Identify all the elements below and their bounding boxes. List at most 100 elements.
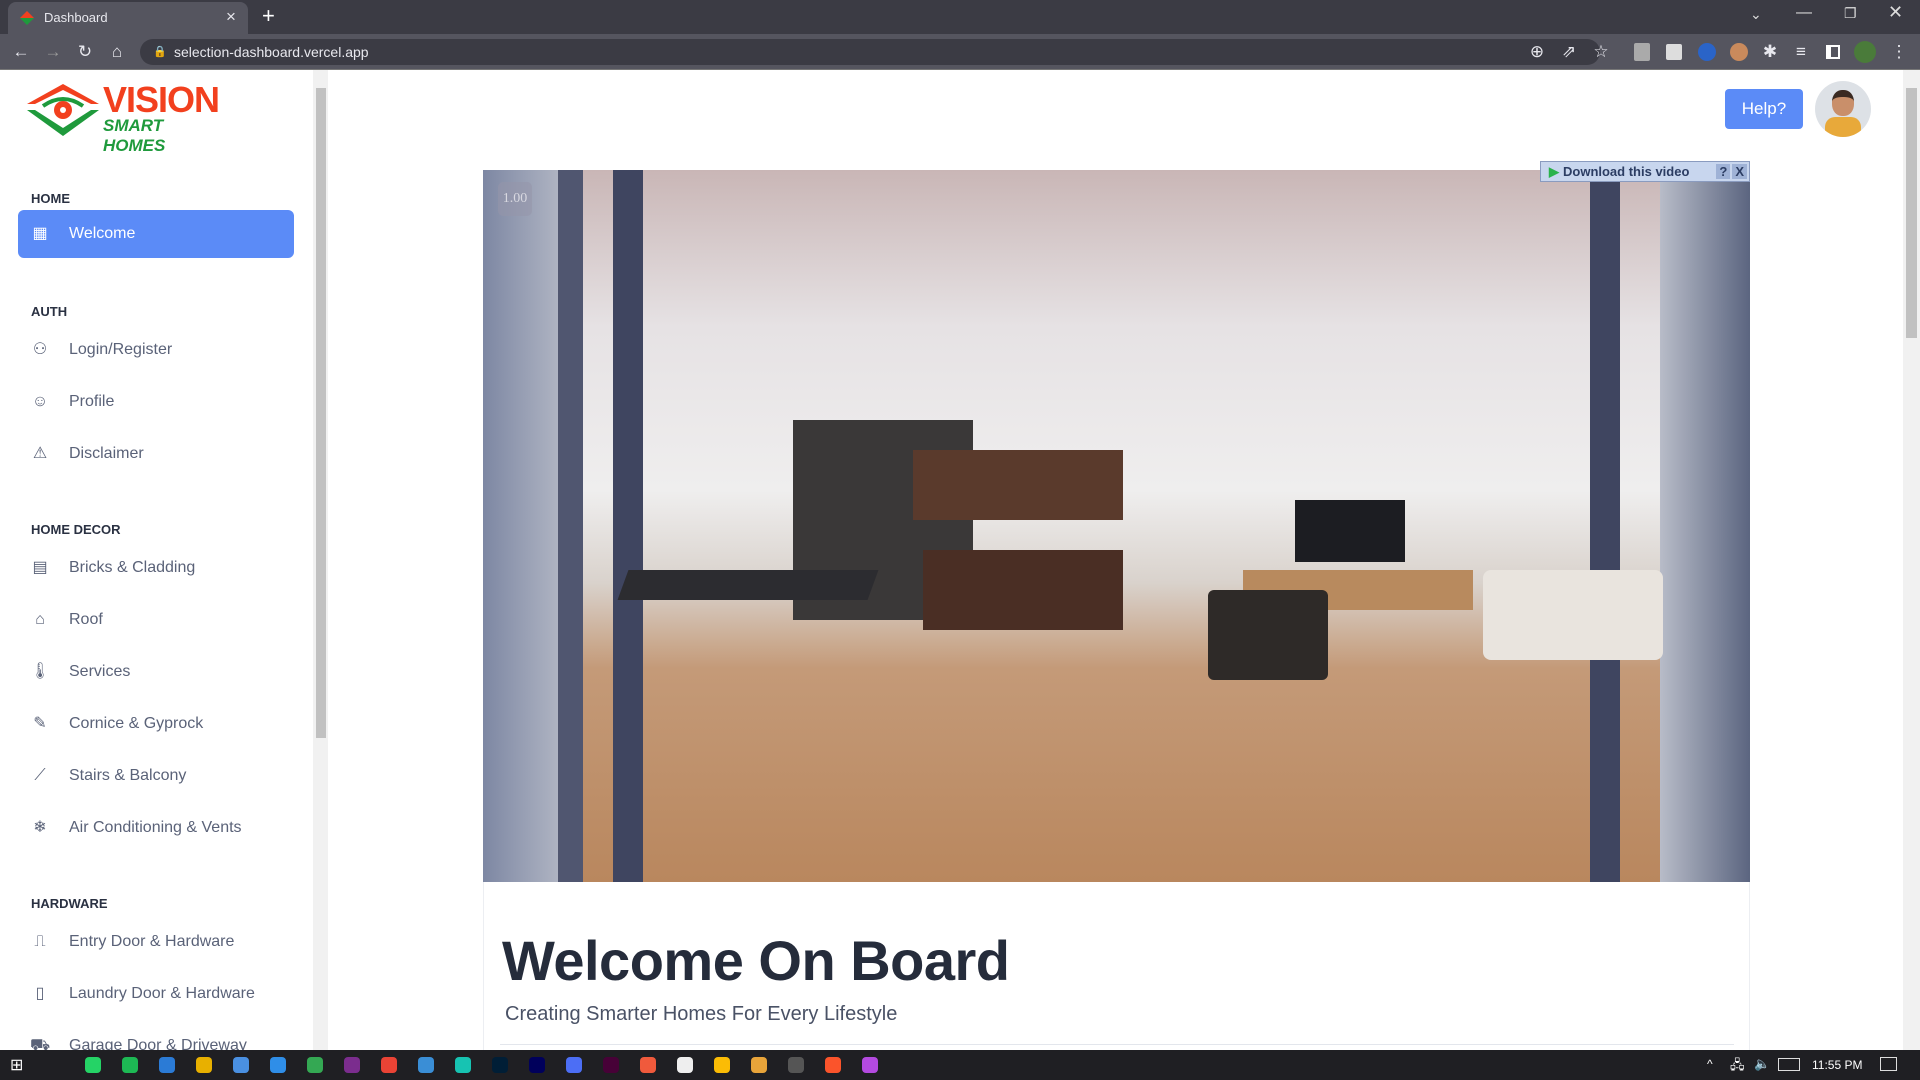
taskbar-app-icon[interactable] (307, 1057, 323, 1073)
sidebar-item[interactable]: ⟋ Stairs & Balcony (18, 752, 294, 800)
logo-brand: VISION (103, 79, 220, 120)
sidebar-item-label: Air Conditioning & Vents (69, 819, 242, 836)
taskbar-app-icon[interactable] (825, 1057, 841, 1073)
url-bar[interactable]: 🔒 selection-dashboard.vercel.app (140, 39, 1600, 65)
sidebar-item[interactable]: ⚇ Login/Register (18, 326, 294, 374)
page-scrollbar-thumb[interactable] (1906, 88, 1917, 338)
section-label: HOME (31, 191, 70, 206)
restore-icon[interactable]: ❐ (1844, 5, 1857, 22)
sidebar-item-label: Welcome (69, 225, 136, 242)
sidebar-item[interactable]: ▤ Bricks & Cladding (18, 544, 294, 592)
download-video-button[interactable]: Download this video (1563, 164, 1689, 179)
network-icon[interactable]: 🖧 (1730, 1056, 1745, 1078)
taskbar-app-icon[interactable] (529, 1057, 545, 1073)
smiley-icon: ☺ (31, 393, 49, 410)
logo-tagline: SMART HOMES (103, 116, 166, 155)
clock[interactable]: 11:55 PM (1812, 1058, 1862, 1072)
sidebar-item[interactable]: ❄ Air Conditioning & Vents (18, 804, 294, 852)
taskbar-app-icon[interactable] (344, 1057, 360, 1073)
intro-video[interactable]: 1.00 (483, 170, 1750, 882)
taskbar-app-icon[interactable] (603, 1057, 619, 1073)
lock-icon: 🔒 (153, 46, 167, 58)
extension-icon[interactable] (1666, 44, 1682, 60)
reload-icon[interactable]: ↻ (72, 34, 98, 70)
browser-tab-bar: Dashboard × + ⌄ — ❐ ✕ (0, 0, 1920, 34)
sidebar-item[interactable]: 🌡 Services (18, 648, 294, 696)
address-toolbar: ← → ↻ ⌂ 🔒 selection-dashboard.vercel.app… (0, 34, 1920, 70)
warning-icon: ⚠ (32, 445, 48, 462)
taskbar-app-icon[interactable] (270, 1057, 286, 1073)
close-tab-icon[interactable]: × (226, 7, 236, 27)
taskbar-app-icon[interactable] (788, 1057, 804, 1073)
tab-search-icon[interactable]: ⌄ (1750, 6, 1762, 23)
windows-start-icon[interactable]: ⊞ (10, 1055, 23, 1075)
taskbar-app-icon[interactable] (640, 1057, 656, 1073)
sidebar-item-label: Profile (69, 393, 115, 410)
notifications-icon[interactable] (1880, 1057, 1897, 1071)
sidebar-item-label: Roof (69, 611, 103, 628)
taskbar-app-icon[interactable] (714, 1057, 730, 1073)
playback-speed-badge[interactable]: 1.00 (498, 182, 532, 216)
volume-icon[interactable]: 🔈 (1754, 1056, 1770, 1072)
sidebar-item[interactable]: ☺ Profile (18, 378, 294, 426)
download-video-bar[interactable]: ▶ Download this video ? X (1540, 161, 1750, 182)
sidebar-item[interactable]: ▦ Welcome (18, 210, 294, 258)
extension-icon[interactable] (1634, 43, 1650, 61)
share-icon[interactable]: ⇗ (1556, 34, 1582, 70)
taskbar-app-icon[interactable] (566, 1057, 582, 1073)
door-icon: ▯ (35, 985, 45, 1002)
sidebar-item[interactable]: ⛟ Garage Door & Driveway (18, 1022, 294, 1050)
door-open-icon: ⎍ (34, 933, 46, 950)
home-icon[interactable]: ⌂ (104, 34, 130, 70)
sidebar-scrollbar-thumb[interactable] (316, 88, 326, 738)
download-close-button[interactable]: X (1732, 164, 1747, 179)
section-label: HARDWARE (31, 896, 108, 911)
taskbar-app-icon[interactable] (85, 1057, 101, 1073)
sidebar-item[interactable]: ▯ Laundry Door & Hardware (18, 970, 294, 1018)
download-help-button[interactable]: ? (1716, 164, 1731, 179)
sidebar-item[interactable]: ⚠ Disclaimer (18, 430, 294, 478)
taskbar-app-icon[interactable] (196, 1057, 212, 1073)
taskbar-app-icon[interactable] (677, 1057, 693, 1073)
taskbar: ⊞ ^ 🖧 🔈 11:55 PM (0, 1050, 1920, 1080)
keyboard-icon[interactable] (1778, 1058, 1800, 1071)
extension-icon[interactable] (1730, 43, 1748, 61)
sidebar-item[interactable]: ✎ Cornice & Gyprock (18, 700, 294, 748)
page-scrollbar[interactable] (1903, 70, 1920, 1050)
media-icon[interactable]: ≡ (1788, 34, 1814, 70)
taskbar-app-icon[interactable] (381, 1057, 397, 1073)
taskbar-app-icon[interactable] (862, 1057, 878, 1073)
extensions-puzzle-icon[interactable]: ✱ (1757, 34, 1783, 70)
taskbar-app-icon[interactable] (455, 1057, 471, 1073)
close-window-icon[interactable]: ✕ (1888, 2, 1903, 23)
new-tab-button[interactable]: + (262, 3, 275, 29)
taskbar-app-icon[interactable] (122, 1057, 138, 1073)
side-panel-icon[interactable] (1826, 45, 1840, 59)
favicon-icon (20, 11, 34, 25)
tray-chevron-icon[interactable]: ^ (1707, 1057, 1713, 1071)
logo[interactable]: VISION SMART HOMES (25, 79, 225, 155)
minimize-icon[interactable]: — (1796, 4, 1812, 22)
sidebar-item[interactable]: ⎍ Entry Door & Hardware (18, 918, 294, 966)
help-button[interactable]: Help? (1725, 89, 1803, 129)
extension-icon[interactable] (1698, 43, 1716, 61)
zoom-icon[interactable]: ⊕ (1524, 34, 1550, 70)
sidebar-item-label: Cornice & Gyprock (69, 715, 204, 732)
taskbar-app-icon[interactable] (159, 1057, 175, 1073)
bookmark-star-icon[interactable]: ☆ (1588, 34, 1614, 70)
page-title: Welcome On Board (502, 929, 1010, 992)
sidebar-item-label: Stairs & Balcony (69, 767, 187, 784)
divider (500, 1044, 1734, 1045)
menu-kebab-icon[interactable]: ⋮ (1886, 34, 1912, 70)
browser-tab[interactable]: Dashboard × (8, 2, 248, 34)
sidebar-item[interactable]: ⌂ Roof (18, 596, 294, 644)
user-avatar[interactable] (1815, 81, 1871, 137)
taskbar-app-icon[interactable] (492, 1057, 508, 1073)
play-icon: ▶ (1549, 163, 1559, 179)
taskbar-app-icon[interactable] (751, 1057, 767, 1073)
forward-icon[interactable]: → (40, 34, 66, 70)
taskbar-app-icon[interactable] (233, 1057, 249, 1073)
profile-avatar[interactable] (1854, 41, 1876, 63)
back-icon[interactable]: ← (8, 34, 34, 70)
taskbar-app-icon[interactable] (418, 1057, 434, 1073)
